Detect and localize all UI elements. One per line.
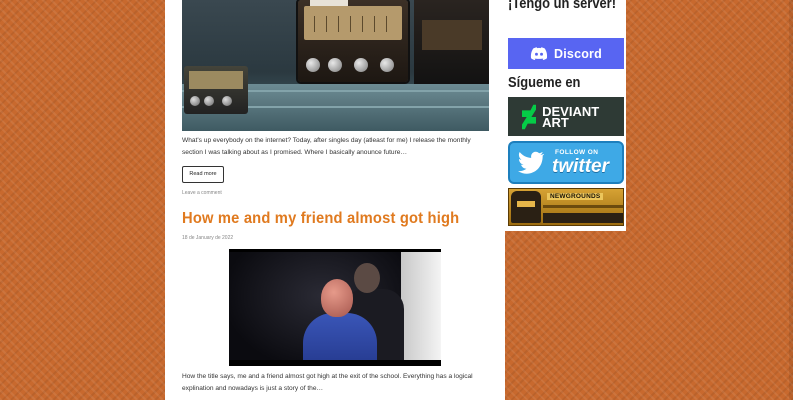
twitter-follow-label: FOLLOW ON (555, 149, 599, 156)
deviantart-label: DEVIANT ART (542, 103, 600, 130)
follow-heading: Sígueme en (508, 74, 581, 91)
newgrounds-logo-icon (511, 191, 541, 223)
main-content: What's up everybody on the internet? Tod… (165, 0, 505, 400)
badge-stripe (543, 205, 623, 208)
radio-illustration (184, 66, 248, 114)
page-scrollbar[interactable] (789, 0, 793, 400)
deviantart-icon (522, 104, 537, 129)
leave-comment-link[interactable]: Leave a comment (182, 190, 222, 196)
post-excerpt: What's up everybody on the internet? Tod… (182, 137, 471, 156)
discord-icon (530, 47, 548, 60)
badge-stripe (543, 213, 623, 223)
newgrounds-label: NEWGROUNDS (547, 193, 604, 200)
twitter-wordmark: twitter (552, 156, 609, 177)
server-heading: ¡Tengo un server! (508, 0, 616, 12)
post-excerpt: How the title says, me and a friend almo… (182, 373, 473, 392)
radio-illustration (298, 0, 408, 82)
read-more-button[interactable]: Read more (182, 166, 224, 183)
post-video-thumbnail[interactable] (229, 249, 441, 366)
radio-illustration (414, 0, 489, 90)
discord-button[interactable]: Discord (508, 38, 624, 69)
post-featured-image[interactable] (182, 0, 489, 131)
twitter-bird-icon (518, 151, 544, 174)
post-title[interactable]: How me and my friend almost got high (182, 210, 459, 228)
newgrounds-badge[interactable]: NEWGROUNDS (508, 188, 624, 226)
post-date: 18 de January de 2022 (182, 235, 234, 241)
discord-label: Discord (554, 46, 602, 61)
deviantart-badge[interactable]: DEVIANT ART (508, 97, 624, 136)
twitter-follow-badge[interactable]: FOLLOW ON twitter (508, 141, 624, 184)
sidebar: ¡Tengo un server! Discord Sígueme en DEV… (505, 0, 626, 231)
